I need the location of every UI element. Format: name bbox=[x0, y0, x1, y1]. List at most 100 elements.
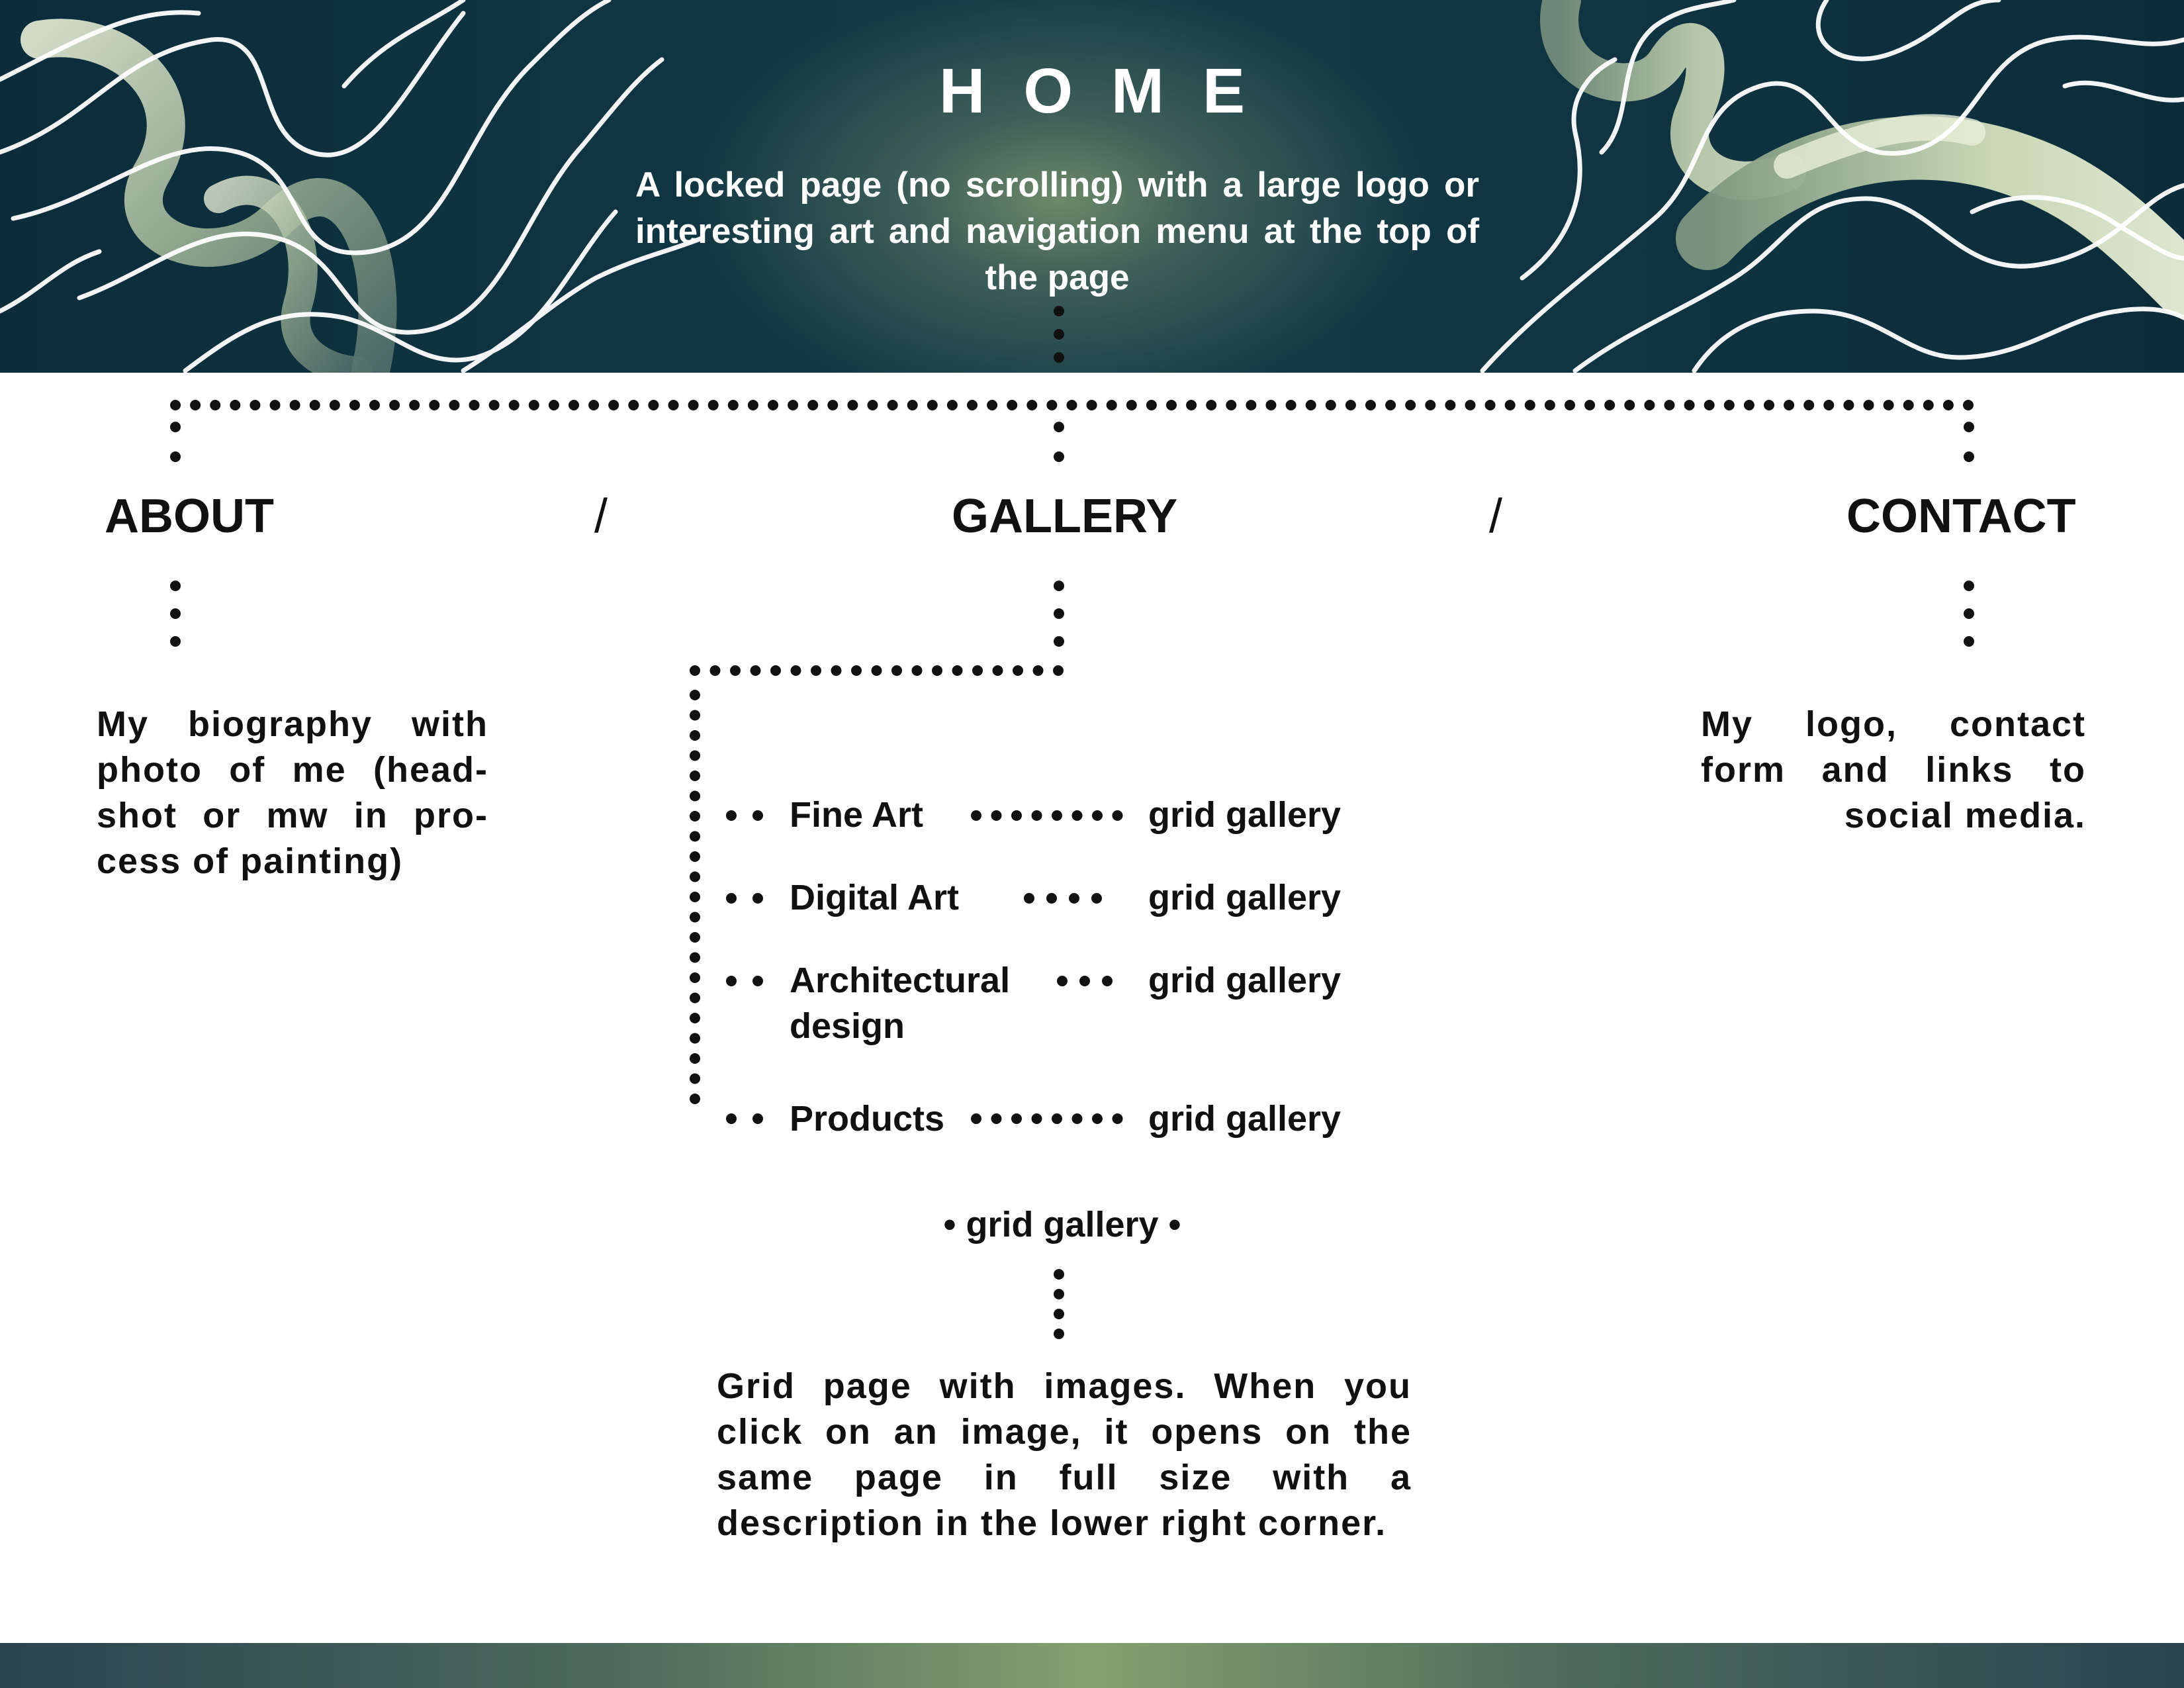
connector-dot bbox=[972, 665, 983, 676]
connector-dot bbox=[289, 400, 300, 410]
category-fine-art[interactable]: Fine Art bbox=[790, 792, 923, 838]
connector-dot bbox=[1032, 665, 1044, 676]
connector-dot bbox=[1484, 400, 1496, 410]
connector-dot bbox=[1764, 400, 1774, 410]
connector-dot bbox=[1054, 1309, 1064, 1319]
connector-dot bbox=[709, 665, 721, 676]
connector-dot bbox=[170, 400, 181, 410]
connector-dot bbox=[992, 665, 1003, 676]
connector-dot bbox=[887, 400, 898, 410]
connector-dot bbox=[1963, 400, 1974, 410]
connector-dot bbox=[690, 790, 700, 802]
connector-dot bbox=[811, 665, 821, 676]
connector-dot bbox=[752, 1113, 763, 1124]
connector-dot bbox=[648, 400, 659, 410]
category-digital-art[interactable]: Digital Art bbox=[790, 875, 959, 921]
nav-separator: / bbox=[1489, 490, 1503, 543]
connector-dot bbox=[1226, 400, 1237, 410]
connector-dot bbox=[1054, 1329, 1064, 1339]
connector-dot bbox=[1445, 400, 1456, 410]
connector-dot bbox=[770, 665, 781, 676]
connector-dot bbox=[1092, 1113, 1103, 1124]
connector-dot bbox=[1504, 400, 1516, 410]
connector-dot bbox=[1385, 400, 1396, 410]
connector-dot bbox=[389, 400, 400, 410]
connector-dot bbox=[690, 750, 700, 761]
connector-dot bbox=[807, 400, 819, 410]
connector-dot bbox=[170, 608, 181, 619]
connector-dot bbox=[847, 400, 858, 410]
connector-dot bbox=[690, 1053, 700, 1064]
about-description: My biography with photo of me (head-shot… bbox=[97, 704, 488, 881]
nav-gallery[interactable]: GALLERY bbox=[952, 487, 1177, 546]
grid-gallery-link[interactable]: grid gallery bbox=[1148, 958, 1341, 1004]
connector-dot bbox=[752, 893, 763, 904]
connector-dot bbox=[730, 665, 741, 676]
connector-dot bbox=[1565, 400, 1575, 410]
nav-contact[interactable]: CONTACT bbox=[1846, 487, 2076, 546]
contact-description: My logo, contact form and links to socia… bbox=[1701, 704, 2086, 835]
connector-dot bbox=[1146, 400, 1157, 410]
connector-dot bbox=[1285, 400, 1297, 410]
connector-dot bbox=[1964, 581, 1974, 591]
connector-dot bbox=[891, 665, 902, 676]
connector-dot bbox=[1843, 400, 1854, 410]
connector-dot bbox=[1112, 810, 1123, 821]
category-products[interactable]: Products bbox=[790, 1096, 944, 1142]
connector-dot bbox=[1054, 329, 1064, 340]
connector-dot bbox=[1166, 400, 1177, 410]
connector-dot bbox=[1046, 893, 1057, 904]
connector-dot bbox=[1013, 665, 1023, 676]
connector-dot bbox=[1052, 810, 1062, 821]
connector-dot bbox=[690, 851, 700, 862]
connector-dot bbox=[690, 1013, 700, 1023]
connector-dot bbox=[1206, 400, 1217, 410]
connector-dot bbox=[1684, 400, 1695, 410]
grid-gallery-link[interactable]: grid gallery bbox=[1148, 1096, 1341, 1142]
connector-dot bbox=[690, 730, 700, 741]
connector-dot bbox=[369, 400, 380, 410]
connector-dot bbox=[1086, 400, 1097, 410]
connector-dot bbox=[1054, 352, 1064, 363]
connector-dot bbox=[690, 972, 700, 983]
connector-dot bbox=[1052, 1113, 1062, 1124]
connector-dot bbox=[1054, 636, 1064, 647]
connector-dot bbox=[1031, 810, 1042, 821]
connector-dot bbox=[628, 400, 639, 410]
connector-dot bbox=[588, 400, 600, 410]
connector-dot bbox=[1964, 451, 1974, 462]
connector-dot bbox=[967, 400, 978, 410]
connector-dot bbox=[752, 810, 763, 821]
connector-dot bbox=[726, 810, 737, 821]
connector-dot bbox=[1046, 400, 1058, 410]
connector-dot bbox=[190, 400, 201, 410]
connector-dot bbox=[768, 400, 778, 410]
connector-dot bbox=[987, 400, 998, 410]
connector-dot bbox=[688, 400, 699, 410]
category-architectural-design[interactable]: Architectural design bbox=[790, 958, 1041, 1049]
connector-dot bbox=[469, 400, 480, 410]
connector-dot bbox=[1102, 976, 1113, 986]
grid-gallery-link[interactable]: grid gallery bbox=[1148, 875, 1341, 921]
connector-dot bbox=[991, 810, 1002, 821]
connector-dot bbox=[971, 1113, 981, 1124]
connector-dot bbox=[1405, 400, 1416, 410]
connector-dot bbox=[210, 400, 221, 410]
connector-dot bbox=[788, 400, 799, 410]
connector-dot bbox=[911, 665, 923, 676]
connector-dot bbox=[1054, 451, 1064, 462]
connector-dot bbox=[1803, 400, 1815, 410]
connector-dot bbox=[690, 992, 700, 1004]
connector-dot bbox=[1923, 400, 1934, 410]
connector-dot bbox=[349, 400, 360, 410]
connector-dot bbox=[690, 912, 700, 923]
connector-dot bbox=[1106, 400, 1117, 410]
nav-about[interactable]: ABOUT bbox=[105, 487, 274, 546]
connector-dot bbox=[1053, 665, 1064, 676]
connector-dot bbox=[952, 665, 963, 676]
grid-gallery-link[interactable]: grid gallery bbox=[1148, 792, 1341, 838]
connector-dot bbox=[1091, 893, 1102, 904]
connector-dot bbox=[269, 400, 281, 410]
connector-dot bbox=[1054, 422, 1064, 432]
connector-dot bbox=[1743, 400, 1754, 410]
